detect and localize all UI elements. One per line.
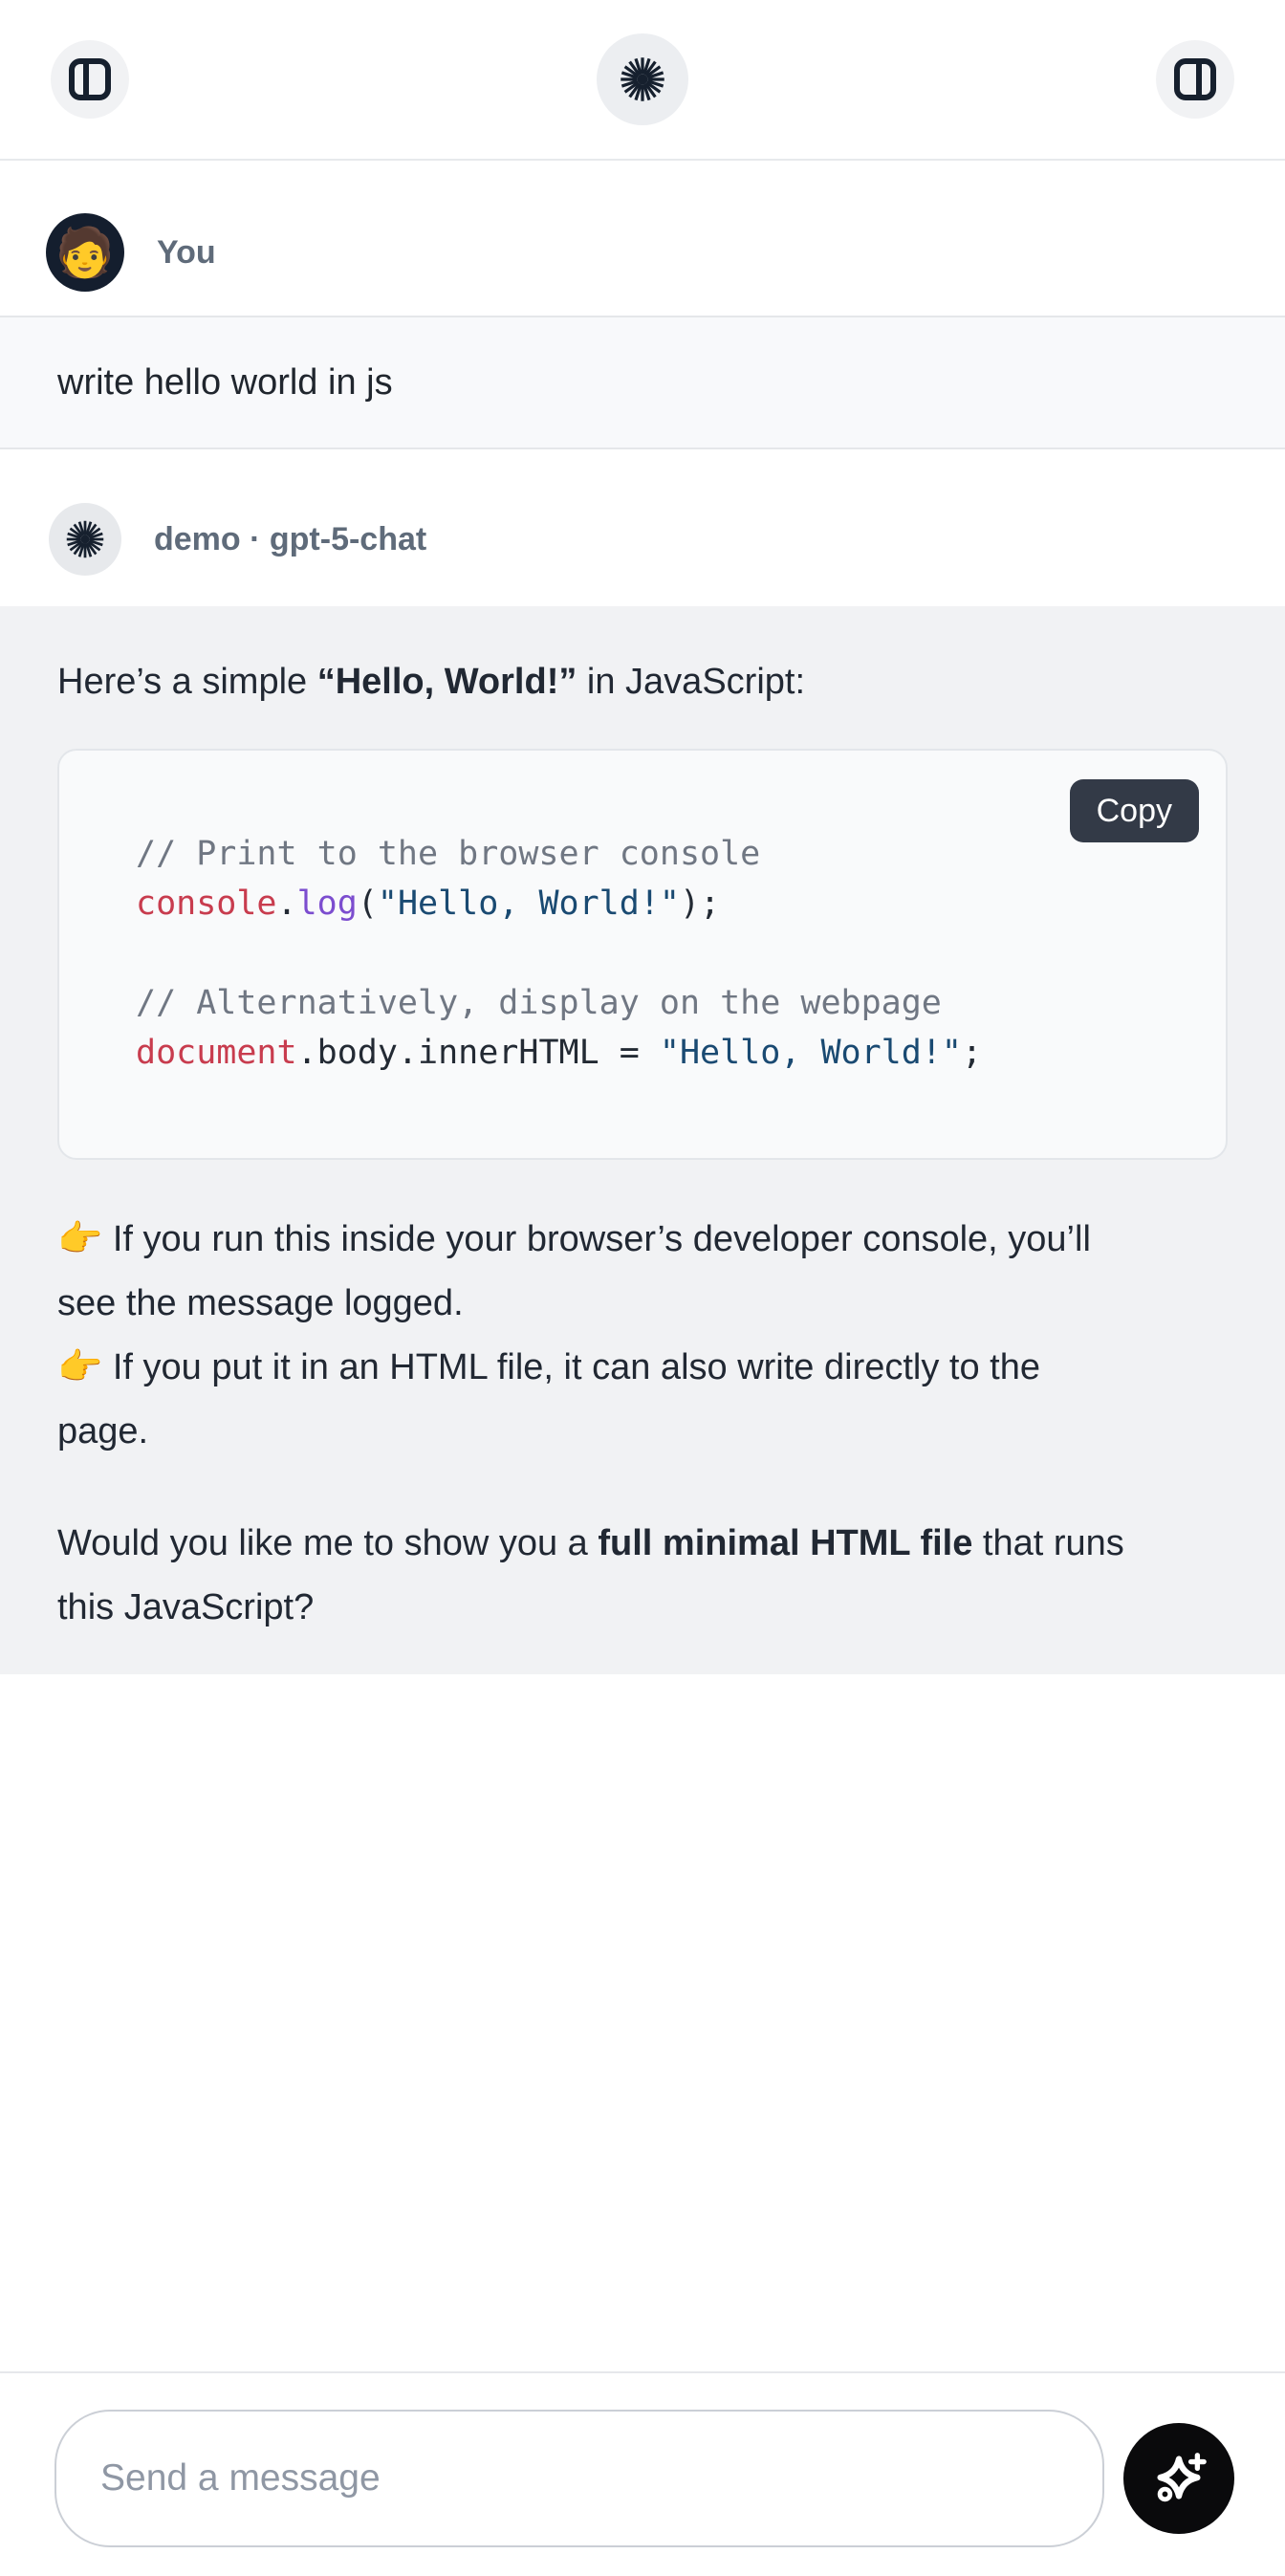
top-bar: [0, 0, 1285, 161]
user-message-text: write hello world in js: [57, 362, 393, 404]
composer-bar: [0, 2371, 1285, 2576]
copy-code-button[interactable]: Copy: [1070, 779, 1199, 842]
code-content: // Print to the browser console console.…: [59, 751, 1226, 1078]
user-avatar: 🧑: [46, 213, 124, 292]
chat-app: 🧑 You write hello world in js demo · gpt…: [0, 0, 1285, 2576]
assistant-tips-text: 👉 If you run this inside your browser’s …: [57, 1208, 1228, 1464]
person-emoji: 🧑: [55, 229, 115, 276]
code-block: Copy // Print to the browser console con…: [57, 749, 1228, 1160]
toggle-left-sidebar-button[interactable]: [51, 40, 129, 119]
sidebar-left-icon: [67, 56, 113, 102]
user-message-bubble: write hello world in js: [0, 316, 1285, 449]
message-input[interactable]: [54, 2410, 1104, 2547]
sparkle-icon: [1149, 2448, 1209, 2510]
assistant-message-header: demo · gpt-5-chat: [0, 449, 1285, 606]
sidebar-right-icon: [1172, 56, 1218, 102]
user-author-label: You: [157, 234, 216, 272]
starburst-icon: [618, 55, 667, 104]
assistant-author-label: demo · gpt-5-chat: [154, 521, 426, 558]
assistant-avatar: [49, 503, 121, 576]
toggle-right-sidebar-button[interactable]: [1156, 40, 1234, 119]
user-message-header: 🧑 You: [0, 161, 1285, 316]
assistant-message-body: Here’s a simple “Hello, World!” in JavaS…: [0, 606, 1285, 1674]
empty-scroll-area: [0, 1674, 1285, 2371]
model-home-button[interactable]: [597, 33, 688, 125]
send-button[interactable]: [1123, 2423, 1234, 2534]
assistant-question-text: Would you like me to show you a full min…: [57, 1512, 1228, 1640]
starburst-icon: [64, 518, 106, 560]
assistant-intro-text: Here’s a simple “Hello, World!” in JavaS…: [57, 650, 1228, 714]
